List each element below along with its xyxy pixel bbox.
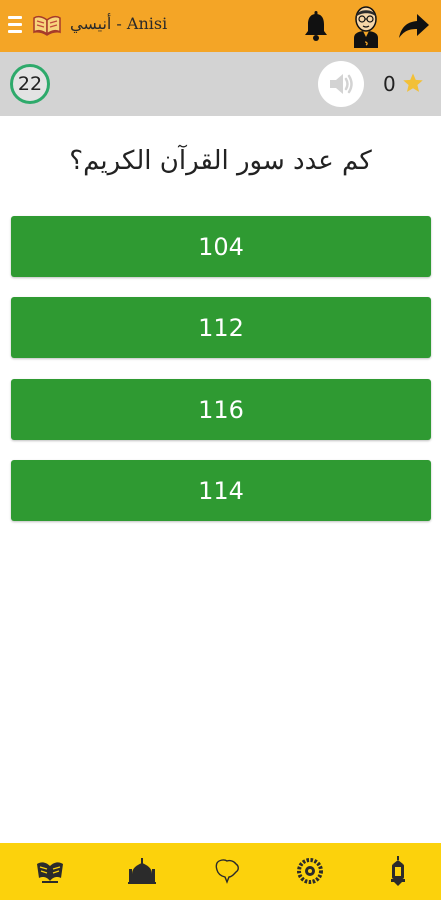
open-book-logo	[33, 15, 61, 36]
question-text: كم عدد سور القرآن الكريم؟	[69, 146, 372, 176]
question-counter: 22	[10, 64, 50, 104]
prayer-beads-icon[interactable]	[294, 855, 326, 887]
quran-icon[interactable]	[34, 855, 66, 887]
bell-icon[interactable]	[300, 10, 332, 42]
star-icon	[403, 73, 423, 92]
bottom-nav	[0, 843, 441, 900]
app-title: أنيسي - Anisi	[70, 14, 168, 33]
map-icon[interactable]	[212, 855, 244, 887]
top-app-bar: أنيسي - Anisi	[0, 0, 441, 52]
score-value: 0	[383, 72, 396, 96]
mosque-icon[interactable]	[126, 855, 158, 887]
answer-button[interactable]: 116	[11, 379, 431, 440]
speaker-icon	[330, 74, 353, 94]
lantern-icon[interactable]	[382, 855, 414, 887]
status-bar: 22 0	[0, 52, 441, 116]
answer-button[interactable]: 114	[11, 460, 431, 521]
avatar[interactable]	[350, 4, 382, 48]
answer-button[interactable]: 104	[11, 216, 431, 277]
menu-icon[interactable]	[8, 16, 22, 34]
share-icon[interactable]	[398, 12, 430, 40]
sound-button[interactable]	[318, 61, 364, 107]
answer-button[interactable]: 112	[11, 297, 431, 358]
